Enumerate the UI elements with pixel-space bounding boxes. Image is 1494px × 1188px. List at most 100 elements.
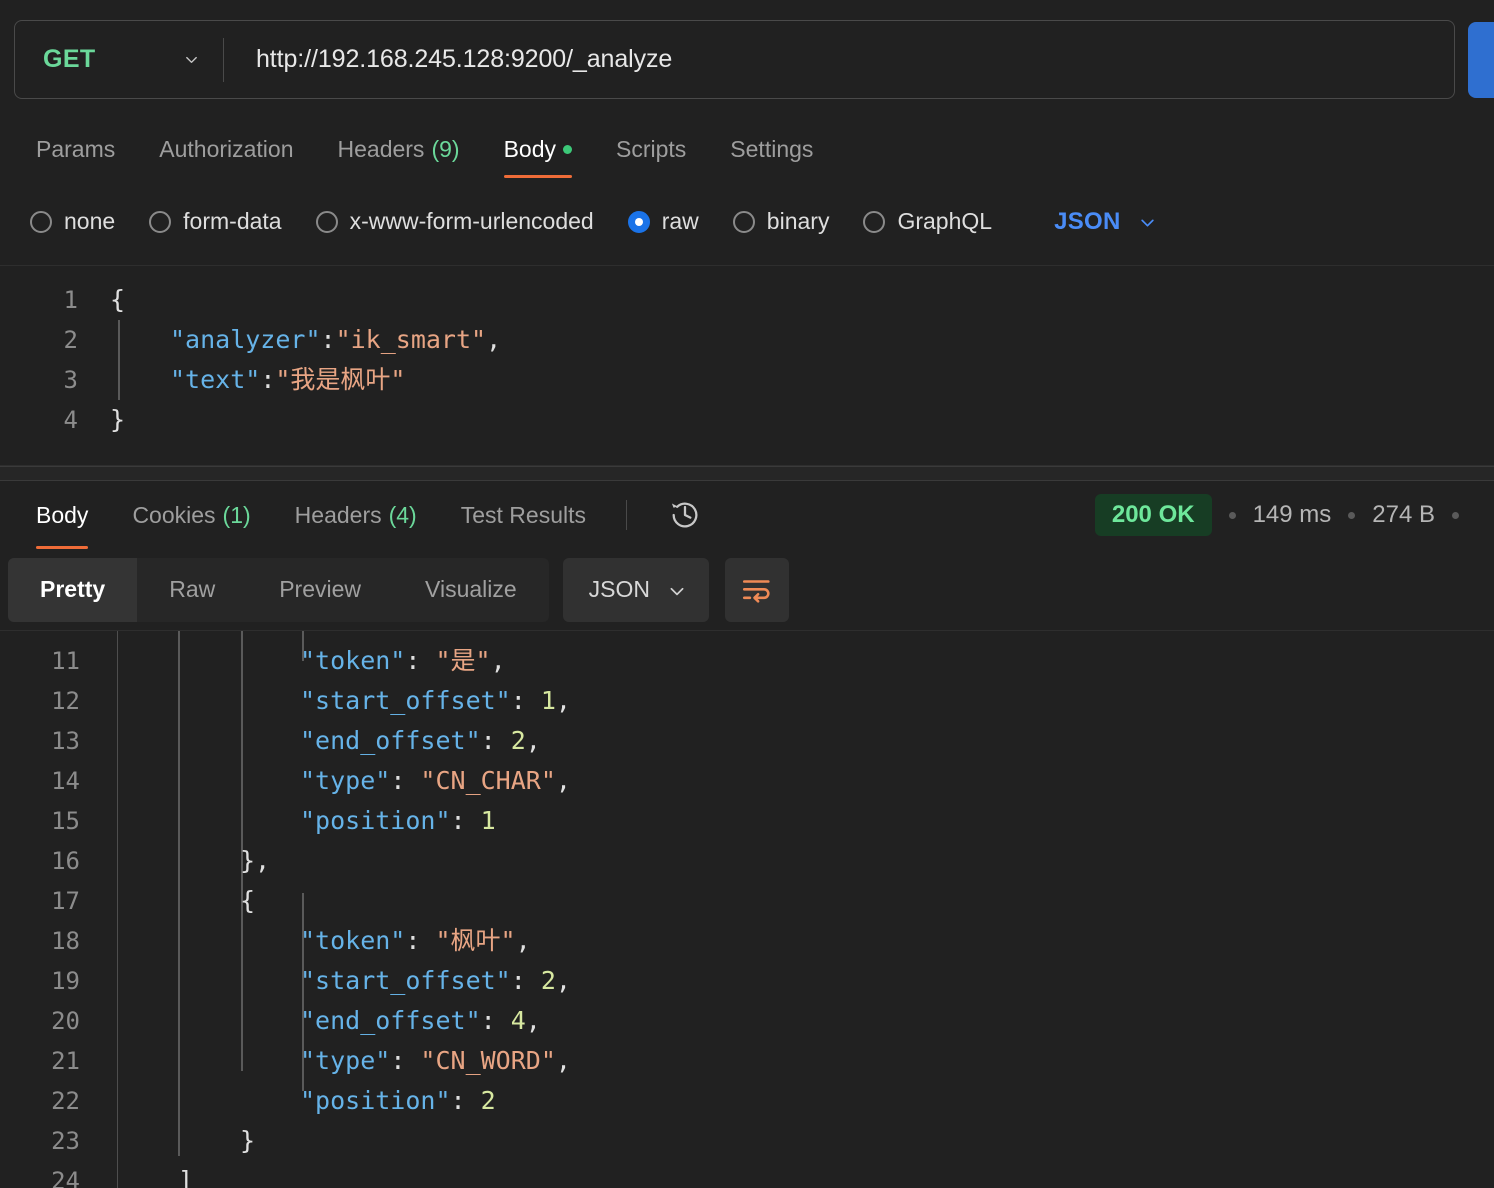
request-tabs: Params Authorization Headers (9) Body Scripts…	[0, 120, 1494, 178]
response-code-line: 20 "end_offset": 4,	[0, 1001, 1494, 1041]
radio-icon	[732, 210, 755, 233]
body-type-radio-x-www-form-urlencoded[interactable]: x-www-form-urlencoded	[315, 208, 594, 235]
response-view-preview[interactable]: Preview	[247, 558, 393, 622]
request-code-line: 4}	[0, 400, 1494, 440]
response-view-label: Preview	[279, 576, 362, 602]
line-number: 13	[51, 727, 80, 755]
code-text: "analyzer":"ik_smart",	[170, 325, 502, 354]
body-type-label: none	[64, 208, 116, 234]
request-language-selector[interactable]: JSON	[1054, 208, 1154, 236]
request-tab-authorization[interactable]: Authorization	[137, 120, 315, 178]
body-type-label: form-data	[183, 208, 282, 234]
response-view-pretty[interactable]: Pretty	[8, 557, 138, 622]
response-code-line: 11 "token": "是",	[0, 641, 1494, 681]
url-input[interactable]: http://192.168.245.128:9200/_analyze	[224, 21, 1454, 98]
pane-split-handle[interactable]	[0, 466, 1494, 481]
request-tab-headers[interactable]: Headers (9)	[316, 120, 482, 178]
body-type-radio-raw[interactable]: raw	[627, 208, 699, 235]
status-separator-dot	[1228, 511, 1236, 519]
line-number: 16	[51, 847, 80, 875]
body-type-radio-none[interactable]: none	[30, 208, 115, 235]
chevron-down-icon	[668, 582, 684, 597]
request-tab-params[interactable]: Params	[14, 120, 137, 178]
line-number: 21	[51, 1047, 80, 1075]
body-type-label: binary	[766, 208, 830, 234]
response-tab-label: Body	[36, 501, 89, 528]
radio-icon	[149, 210, 172, 233]
response-body-editor[interactable]: 11 "token": "是", 12 "start_offset": 1, 13 "en…	[0, 631, 1494, 1188]
url-bar-row: GET http://192.168.245.128:9200/_analyze	[0, 0, 1494, 120]
line-number: 24	[51, 1167, 80, 1188]
code-text: {	[240, 886, 256, 915]
response-tab-cookies[interactable]: Cookies (1)	[110, 481, 272, 549]
response-tab-body[interactable]: Body	[14, 481, 110, 549]
line-number: 18	[51, 927, 80, 955]
body-type-label: raw	[661, 208, 699, 234]
status-separator-dot	[1348, 511, 1356, 519]
response-code-line: 15 "position": 1	[0, 801, 1494, 841]
response-tabs: Body Cookies (1) Headers (4) Test Results 200…	[0, 481, 1494, 549]
request-tab-label: Body	[503, 135, 556, 162]
response-code-line: 23}	[0, 1121, 1494, 1161]
unsaved-dot-icon	[563, 144, 572, 154]
request-tab-label: Scripts	[616, 135, 687, 162]
response-view-toolbar: Pretty Raw Preview Visualize JSON	[0, 549, 1494, 631]
request-tab-label: Settings	[730, 135, 814, 162]
tab-divider	[626, 500, 627, 530]
response-tab-label: Cookies	[132, 501, 216, 528]
response-code-line: 17 {	[0, 881, 1494, 921]
request-tab-scripts[interactable]: Scripts	[594, 120, 708, 178]
url-input-box: GET http://192.168.245.128:9200/_analyze	[14, 20, 1455, 99]
http-method-selector[interactable]: GET	[15, 21, 223, 98]
code-text: "end_offset": 2,	[300, 726, 541, 755]
request-code-line: 2 "analyzer":"ik_smart",	[0, 320, 1494, 360]
response-view-segmented: Pretty Raw Preview Visualize	[8, 557, 549, 622]
response-code-line: 24]	[0, 1161, 1494, 1188]
request-tab-body[interactable]: Body	[482, 120, 594, 178]
body-type-radio-form-data[interactable]: form-data	[149, 208, 282, 235]
line-number: 23	[51, 1127, 80, 1155]
body-type-label: x-www-form-urlencoded	[349, 208, 594, 234]
radio-icon	[30, 210, 52, 233]
response-code-line: 12 "start_offset": 1,	[0, 681, 1494, 721]
response-view-visualize[interactable]: Visualize	[393, 558, 549, 622]
code-text: ]	[178, 1166, 194, 1188]
response-code-line: 14 "type": "CN_CHAR",	[0, 761, 1494, 801]
request-tab-label: Authorization	[159, 135, 294, 162]
body-type-row: none form-data x-www-form-urlencoded raw bin…	[0, 178, 1494, 266]
radio-icon	[627, 210, 650, 233]
body-type-radio-graphql[interactable]: GraphQL	[863, 208, 992, 235]
code-text: {	[110, 285, 126, 314]
code-text: "type": "CN_WORD",	[300, 1046, 571, 1075]
code-text: }	[240, 1126, 256, 1155]
request-body-editor[interactable]: 1{2 "analyzer":"ik_smart", 3 "text":"我是枫叶" 4…	[0, 266, 1494, 466]
request-code-line: 1{	[0, 280, 1494, 320]
response-tab-headers[interactable]: Headers (4)	[273, 481, 439, 549]
code-text: "position": 2	[300, 1086, 496, 1115]
response-view-raw[interactable]: Raw	[137, 558, 247, 622]
code-text: "text":"我是枫叶"	[170, 365, 406, 394]
line-number: 17	[51, 887, 80, 915]
wrap-text-icon[interactable]	[725, 557, 790, 622]
response-status-group: 200 OK 149 ms 274 B	[1094, 481, 1476, 549]
chevron-down-icon	[1139, 214, 1154, 229]
response-format-selector[interactable]: JSON	[562, 557, 710, 622]
body-type-radio-binary[interactable]: binary	[732, 208, 830, 235]
request-tab-settings[interactable]: Settings	[708, 120, 835, 178]
response-tab-test-results[interactable]: Test Results	[439, 481, 608, 549]
send-button[interactable]	[1468, 22, 1494, 98]
code-text: "start_offset": 1,	[300, 686, 571, 715]
response-format-label: JSON	[588, 576, 651, 602]
code-text: },	[240, 846, 271, 875]
line-number: 12	[51, 687, 80, 715]
status-separator-dot	[1452, 511, 1459, 519]
response-code-line: 21 "type": "CN_WORD",	[0, 1041, 1494, 1081]
request-tab-count: (9)	[431, 135, 460, 162]
line-number: 3	[63, 366, 78, 394]
response-tab-count: (4)	[388, 501, 417, 528]
history-clock-icon[interactable]	[661, 481, 709, 549]
response-code-line: 13 "end_offset": 2,	[0, 721, 1494, 761]
response-tab-label: Test Results	[460, 501, 586, 528]
request-tab-label: Params	[36, 135, 116, 162]
code-text: "token": "枫叶",	[300, 926, 531, 955]
